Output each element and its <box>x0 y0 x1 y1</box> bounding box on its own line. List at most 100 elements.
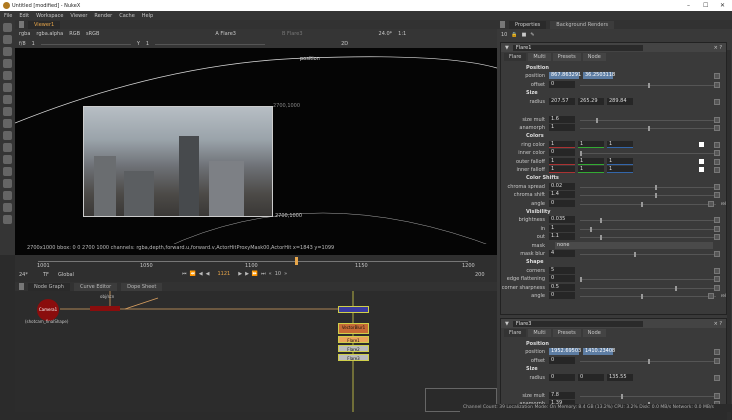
color-tool-icon[interactable] <box>3 71 12 80</box>
corner-sharpness-field[interactable]: 0.5 <box>549 283 575 291</box>
position-x-field[interactable]: 1952.69503 <box>549 348 581 356</box>
lock-icon[interactable]: 🔒 <box>511 32 517 38</box>
slider-knob[interactable] <box>648 82 650 88</box>
end-frame-field[interactable]: 200 <box>475 272 485 278</box>
offset-slider[interactable] <box>580 82 716 88</box>
inner-falloff-channel-field[interactable]: 1 <box>578 166 604 173</box>
slider-knob[interactable] <box>648 358 650 364</box>
step-size-field[interactable]: 10 <box>275 271 281 277</box>
properties-scrollbar[interactable] <box>727 50 731 420</box>
brightness-slider[interactable] <box>580 218 716 224</box>
mask-blur-slider[interactable] <box>580 252 716 257</box>
slider-knob[interactable] <box>641 294 644 299</box>
angle-slider[interactable] <box>580 294 716 299</box>
edit-icon[interactable]: ✎ <box>530 32 534 38</box>
position-x-field[interactable]: 867.863291 <box>549 72 581 80</box>
outer-falloff-channel-field[interactable]: 1 <box>549 157 575 165</box>
animation-menu-icon[interactable] <box>714 349 720 356</box>
ring-color-channel-field[interactable]: 1 <box>549 140 575 148</box>
animation-menu-icon[interactable] <box>714 374 720 381</box>
flare1-node[interactable]: Flare1 <box>338 336 369 343</box>
menu-workspace[interactable]: Workspace <box>36 13 63 19</box>
tab-multi[interactable]: Multi <box>528 329 551 337</box>
tab-flare[interactable]: Flare <box>504 329 527 337</box>
play-backward-icon[interactable]: ◀ <box>206 271 210 277</box>
chroma-spread-slider[interactable] <box>580 184 716 190</box>
radius-field[interactable]: 265.29 <box>578 97 604 105</box>
chroma-shift-field[interactable]: 1.4 <box>549 191 575 199</box>
input-b-dropdown[interactable]: B Flare3 <box>282 31 303 37</box>
animation-menu-icon[interactable] <box>714 98 720 105</box>
tab-node[interactable]: Node <box>582 329 606 337</box>
anamorph-slider[interactable] <box>580 126 716 131</box>
corners-field[interactable]: 5 <box>549 266 575 274</box>
animation-menu-icon[interactable] <box>714 183 720 190</box>
outer-falloff-channel-field[interactable]: 1 <box>578 157 604 165</box>
slider-knob[interactable] <box>620 393 623 399</box>
prev-key-icon[interactable]: ⏪ <box>190 271 196 277</box>
gain-field[interactable]: 1 <box>32 41 35 47</box>
view-mode-dropdown[interactable]: 2D <box>341 41 348 47</box>
offset-slider[interactable] <box>580 358 716 364</box>
animation-menu-icon[interactable] <box>714 141 720 148</box>
transform-tool-icon[interactable] <box>3 119 12 128</box>
input-a-dropdown[interactable]: A Flare3 <box>215 31 236 37</box>
max-panels-field[interactable]: 10 <box>501 32 507 38</box>
inner-color-slider[interactable] <box>580 151 716 157</box>
position-y-field[interactable]: 36.2503118 <box>583 72 615 80</box>
radius-field[interactable]: 207.57 <box>549 97 575 105</box>
offset-field[interactable]: 0 <box>549 356 575 364</box>
slider-knob[interactable] <box>654 184 657 190</box>
skip-forward-icon[interactable]: » <box>284 271 287 277</box>
slider-knob[interactable] <box>596 117 599 123</box>
alpha-dropdown[interactable]: rgba.alpha <box>36 31 63 37</box>
radius-field[interactable]: 0 <box>578 373 604 381</box>
tab-curve-editor[interactable]: Curve Editor <box>73 282 118 291</box>
pane-menu-icon[interactable] <box>500 21 505 28</box>
node-graph-canvas[interactable]: Camera1 (shotcam_finalShape) obj/scn Vec… <box>15 291 497 412</box>
tab-viewer1[interactable]: Viewer1 <box>28 20 61 29</box>
display-dropdown[interactable]: RGB <box>69 31 80 37</box>
step-forward-icon[interactable]: ▶ <box>245 271 249 277</box>
particles-tool-icon[interactable] <box>3 167 12 176</box>
filter-tool-icon[interactable] <box>3 83 12 92</box>
animation-menu-icon[interactable] <box>714 225 720 232</box>
tf-dropdown[interactable]: TF <box>43 272 49 278</box>
pane-menu-icon[interactable] <box>19 283 24 290</box>
corner-sharpness-slider[interactable] <box>580 285 716 291</box>
brightness-field[interactable]: 0.035 <box>549 216 575 224</box>
angle-field[interactable]: 0 <box>549 292 575 299</box>
animation-menu-icon[interactable] <box>708 200 714 207</box>
other-tool-icon[interactable] <box>3 191 12 200</box>
menu-render[interactable]: Render <box>94 13 112 19</box>
channel-tool-icon[interactable] <box>3 59 12 68</box>
flare2-node[interactable]: Flare2 <box>338 345 369 352</box>
inner-falloff-swatch[interactable] <box>699 167 704 172</box>
collapse-icon[interactable]: ▼ <box>505 321 509 327</box>
metadata-tool-icon[interactable] <box>3 155 12 164</box>
close-button[interactable]: ✕ <box>720 2 725 9</box>
slider-knob[interactable] <box>589 226 592 232</box>
toolsets-icon[interactable] <box>3 179 12 188</box>
slider-knob[interactable] <box>600 235 603 241</box>
slider-knob[interactable] <box>634 252 637 257</box>
animation-menu-icon[interactable] <box>714 81 720 88</box>
angle-rel-checkbox[interactable]: rel <box>721 292 726 300</box>
first-frame-icon[interactable]: ⏮ <box>182 271 187 277</box>
animation-menu-icon[interactable] <box>714 217 720 224</box>
outer-falloff-channel-field[interactable]: 1 <box>607 157 633 165</box>
tab-node-graph[interactable]: Node Graph <box>28 282 70 291</box>
slider-knob[interactable] <box>641 201 644 207</box>
current-frame-field[interactable]: 1121 <box>212 271 235 277</box>
size-mult-slider[interactable] <box>580 117 716 123</box>
mask-blur-field[interactable]: 4 <box>549 250 575 257</box>
fstop-field[interactable]: f/8 <box>19 41 26 47</box>
angle-slider[interactable] <box>580 201 716 207</box>
keyer-tool-icon[interactable] <box>3 95 12 104</box>
animation-menu-icon[interactable] <box>714 158 720 165</box>
angle-rel-checkbox[interactable]: rel <box>721 200 726 208</box>
animation-menu-icon[interactable] <box>714 392 720 399</box>
inner-color-field[interactable]: 0 <box>549 149 575 157</box>
slider-knob[interactable] <box>675 285 678 291</box>
clear-panels-icon[interactable]: ■ <box>522 32 527 38</box>
